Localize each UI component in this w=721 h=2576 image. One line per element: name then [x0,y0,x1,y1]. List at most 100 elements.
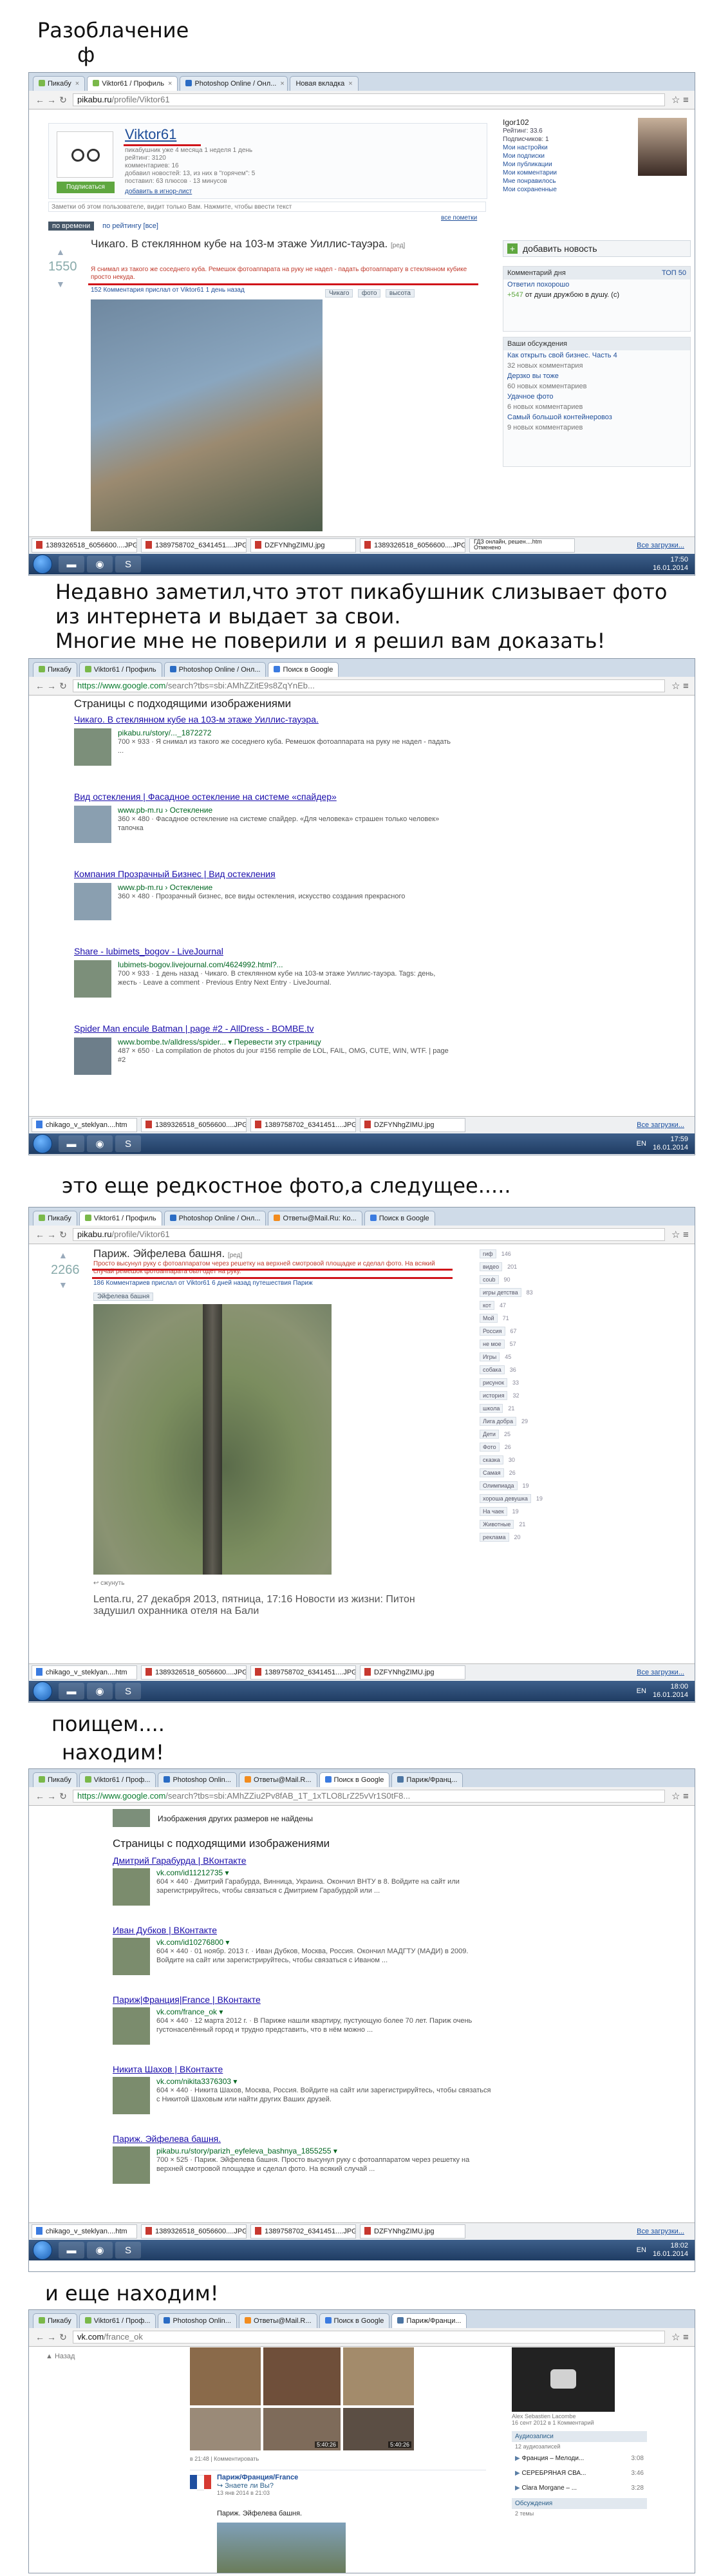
tab-pikabu[interactable]: Пикабу × [33,76,86,91]
liked-link[interactable]: Мне понравилось [503,177,689,185]
close-icon[interactable]: × [348,80,352,88]
all-notes-link[interactable]: все пометки [441,214,477,222]
back-link[interactable]: ▲ Назад [46,2353,75,2360]
downvote-icon[interactable]: ▼ [56,279,65,289]
folder-icon[interactable]: ▬ [59,2242,84,2259]
tab-vk-france[interactable]: Париж/Франц... [391,1772,464,1787]
download-item[interactable]: 1389326518_6056600....JPG [32,538,137,553]
download-item[interactable]: DZFYNhgZIMU.jpg [360,1118,465,1132]
photo[interactable] [343,2347,414,2405]
group-name-link[interactable]: Париж/Франция/France [217,2474,298,2481]
tag-cloud-item[interactable]: сказка 30 [480,1454,570,1466]
result-thumbnail[interactable] [113,1868,150,1906]
tag-cloud-item[interactable]: игры детства 83 [480,1286,570,1299]
upvote-icon[interactable]: ▲ [59,1250,68,1260]
result-thumbnail[interactable] [74,806,111,843]
all-downloads-link[interactable]: Все загрузки... [637,1121,684,1129]
post-meta[interactable]: 186 Комментариев прислал от Viktor61 6 д… [93,1280,313,1287]
tag-cloud-item[interactable]: Самая 26 [480,1466,570,1479]
all-downloads-link[interactable]: Все загрузки... [637,1669,684,1676]
sort-by-time-tab[interactable]: по времени [48,222,95,231]
forward-icon[interactable]: → [46,95,57,105]
result-title-link[interactable]: Дмитрий Гарабурда | ВКонтакте [113,1855,499,1866]
skype-icon[interactable]: S [115,556,141,573]
saved-link[interactable]: Мои сохраненные [503,185,689,194]
tag-cloud-item[interactable]: кот 47 [480,1299,570,1312]
tab-google[interactable]: Поиск в Google [319,1772,390,1787]
share-link[interactable]: ↩ сжунуть [93,1580,124,1587]
menu-icon[interactable]: ≡ [683,681,695,692]
tab-profile[interactable]: Viktor61 / Проф... [79,1772,156,1787]
tab-mail-answers[interactable]: Ответы@Mail.R... [238,1772,317,1787]
tag-cloud-item[interactable]: Животные 21 [480,1518,570,1531]
download-item[interactable]: 1389758702_6341451....JPG [141,538,247,553]
subscribe-button[interactable]: Подписаться [57,182,115,193]
tab-photoshop[interactable]: Photoshop Onlin... [158,1772,237,1787]
url-input[interactable]: https://www.google.com/search?tbs=sbi:AM… [73,679,665,692]
result-title-link[interactable]: Компания Прозрачный Бизнес | Вид остекле… [74,869,460,879]
audio-track[interactable]: ▶ Clara Morgane – ... 3:28 [512,2481,647,2496]
forward-icon[interactable]: → [46,1791,57,1801]
skype-icon[interactable]: S [115,1683,141,1700]
back-icon[interactable]: ← [34,681,46,691]
result-thumbnail[interactable] [74,1037,111,1075]
menu-icon[interactable]: ≡ [683,2332,695,2343]
close-icon[interactable]: × [75,80,79,88]
result-title-link[interactable]: Никита Шахов | ВКонтакте [113,2064,499,2074]
audio-track[interactable]: ▶ СЕРЕБРЯНАЯ СВА... 3:46 [512,2466,647,2481]
tag[interactable]: Эйфелева башня [93,1293,154,1301]
tag-cloud-item[interactable]: Игры 45 [480,1350,570,1363]
url-input[interactable]: pikabu.ru/profile/Viktor61 [73,1228,665,1241]
result-title-link[interactable]: Париж. Эйфелева башня. [113,2134,499,2144]
star-icon[interactable]: ☆ [671,680,683,692]
tab-photoshop[interactable]: Photoshop Onlin... [158,2313,237,2328]
result-title-link[interactable]: Spider Man encule Batman | page #2 - All… [74,1023,460,1034]
tag-cloud-item[interactable]: coub 90 [480,1273,570,1286]
chrome-icon[interactable]: ◉ [87,1683,113,1700]
tab-photoshop[interactable]: Photoshop Online / Онл... [164,1211,267,1226]
close-icon[interactable]: × [280,80,284,88]
result-thumbnail[interactable] [74,883,111,920]
tag-cloud-item[interactable]: история 32 [480,1389,570,1402]
back-icon[interactable]: ← [34,2332,46,2342]
upvote-icon[interactable]: ▲ [56,247,65,257]
language-indicator[interactable]: EN [637,1687,646,1695]
download-item[interactable]: DZFYNhgZIMU.jpg [250,538,356,553]
result-thumbnail[interactable] [113,1938,150,1975]
download-item[interactable]: 1389758702_6341451....JPG [250,1665,356,1680]
url-input[interactable]: pikabu.ru/profile/Viktor61 [73,93,665,106]
post-actions[interactable]: в 21:48 | Комментировать [190,2456,259,2462]
tag-cloud-item[interactable]: На чаек 19 [480,1505,570,1518]
tag[interactable]: Чикаго [325,289,353,298]
tab-mail-answers[interactable]: Ответы@Mail.Ru: Ко... [268,1211,362,1226]
discussion-link[interactable]: Дерзко вы тоже [503,371,690,381]
download-item[interactable]: 1389326518_6056600....JPG [141,2224,247,2239]
result-title-link[interactable]: Иван Дубков | ВКонтакте [113,1925,499,1935]
tab-profile[interactable]: Viktor61 / Профиль [79,1211,162,1226]
result-title-link[interactable]: Вид остекления | Фасадное остекление на … [74,791,460,802]
result-title-link[interactable]: Париж|Франция|France | ВКонтакте [113,1994,499,2005]
star-icon[interactable]: ☆ [671,94,683,106]
photo[interactable] [190,2347,261,2405]
result-thumbnail[interactable] [74,728,111,766]
tab-pikabu[interactable]: Пикабу [33,1211,77,1226]
tag-cloud-item[interactable]: школа 21 [480,1402,570,1415]
downvote-icon[interactable]: ▼ [59,1280,68,1290]
tag[interactable]: фото [357,289,381,298]
download-item[interactable]: chikago_v_steklyan....htm [32,1665,137,1680]
tag-cloud-item[interactable]: рисунок 33 [480,1376,570,1389]
url-input[interactable]: https://www.google.com/search?tbs=sbi:AM… [73,1790,665,1803]
sort-by-rating-tab[interactable]: по рейтингу [все] [102,222,158,230]
tab-google[interactable]: Поиск в Google [364,1211,435,1226]
tab-profile[interactable]: Viktor61 / Профиль × [87,76,178,91]
reload-icon[interactable]: ↻ [57,95,69,106]
tab-google[interactable]: Поиск в Google [319,2313,390,2328]
download-item[interactable]: 1389326518_6056600....JPG [141,1118,247,1132]
back-icon[interactable]: ← [34,1791,46,1801]
reload-icon[interactable]: ↻ [57,1791,69,1802]
result-title-link[interactable]: Чикаго. В стеклянном кубе на 103-м этаже… [74,714,460,724]
tag-cloud-item[interactable]: Фото 26 [480,1441,570,1454]
tag-cloud-item[interactable]: гиф 146 [480,1247,570,1260]
folder-icon[interactable]: ▬ [59,556,84,573]
post-photo[interactable] [217,2523,346,2573]
